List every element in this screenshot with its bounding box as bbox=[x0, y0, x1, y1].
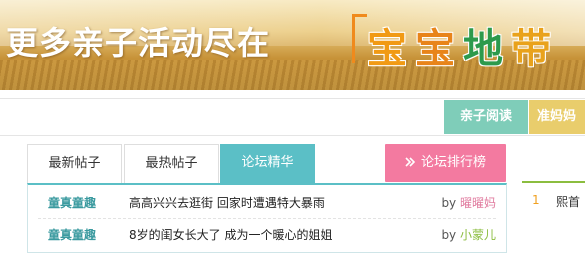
tab-latest-posts[interactable]: 最新帖子 bbox=[27, 144, 122, 184]
brand-char-4: 带 bbox=[511, 26, 559, 72]
forum-ranking-button[interactable]: 论坛排行榜 bbox=[385, 144, 506, 182]
post-category[interactable]: 童真童趣 bbox=[48, 220, 96, 250]
post-title[interactable]: 8岁的闺女长大了 成为一个暖心的姐姐 bbox=[129, 220, 332, 250]
nav-expecting-mom[interactable]: 准妈妈 bbox=[529, 100, 585, 134]
nav-parent-reading[interactable]: 亲子阅读 bbox=[444, 100, 528, 134]
tab-forum-essence[interactable]: 论坛精华 bbox=[220, 144, 315, 184]
brand-char-1: 宝 bbox=[367, 26, 415, 72]
row-divider bbox=[38, 218, 496, 219]
by-label: by bbox=[441, 196, 457, 210]
post-list: 童真童趣 高高兴兴去逛街 回家时遭遇特大暴雨 by 曜曜妈 童真童趣 8岁的闺女… bbox=[27, 183, 507, 253]
tab-hot-posts[interactable]: 最热帖子 bbox=[124, 144, 219, 184]
brand-char-2: 宝 bbox=[415, 26, 463, 72]
top-nav: 亲子阅读 准妈妈 bbox=[0, 98, 585, 136]
side-ranking-panel: 1 熙首 bbox=[522, 181, 585, 253]
post-byline: by 曜曜妈 bbox=[441, 188, 496, 218]
double-chevron-right-icon bbox=[405, 157, 415, 167]
side-rank-number: 1 bbox=[532, 193, 540, 207]
post-author[interactable]: 曜曜妈 bbox=[460, 196, 496, 210]
post-title[interactable]: 高高兴兴去逛街 回家时遭遇特大暴雨 bbox=[129, 188, 325, 218]
brand-logo-text: 宝宝地带 bbox=[367, 16, 559, 74]
brand-char-3: 地 bbox=[463, 26, 511, 72]
post-author[interactable]: 小蒙儿 bbox=[460, 228, 496, 242]
side-rank-name[interactable]: 熙首 bbox=[556, 193, 580, 210]
forum-ranking-label: 论坛排行榜 bbox=[420, 155, 486, 170]
post-byline: by 小蒙儿 bbox=[441, 220, 496, 250]
brand-bracket bbox=[352, 14, 367, 63]
banner-slogan: 更多亲子活动尽在 bbox=[6, 24, 271, 62]
list-item: 童真童趣 8岁的闺女长大了 成为一个暖心的姐姐 by 小蒙儿 bbox=[28, 220, 506, 250]
header-banner: 更多亲子活动尽在 宝宝地带 bbox=[0, 0, 585, 90]
by-label: by bbox=[441, 228, 457, 242]
post-category[interactable]: 童真童趣 bbox=[48, 188, 96, 218]
list-item: 童真童趣 高高兴兴去逛街 回家时遭遇特大暴雨 by 曜曜妈 bbox=[28, 188, 506, 218]
